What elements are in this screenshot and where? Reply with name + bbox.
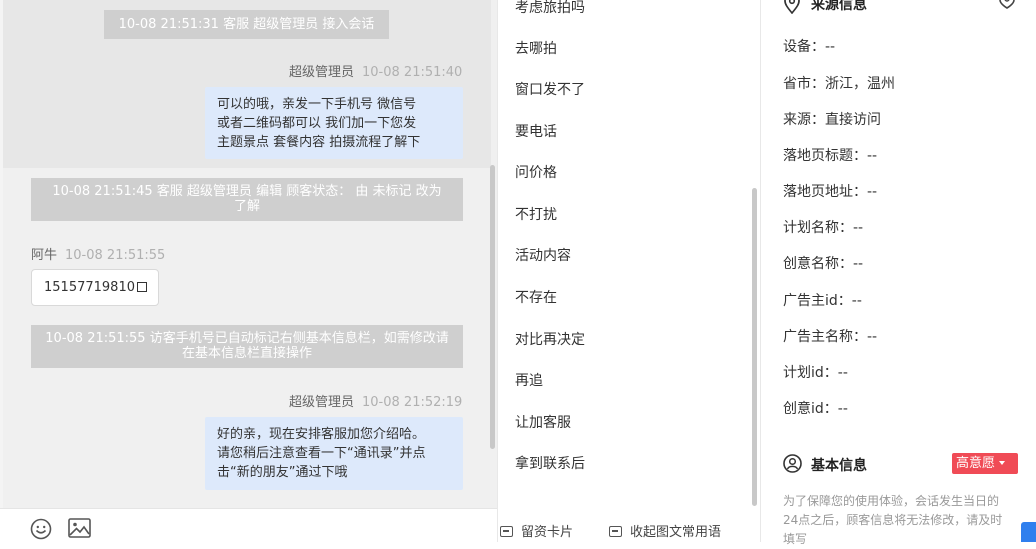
chat-panel: 10-08 21:51:31 客服 超级管理员 接入会话 超级管理员 10-08 … (0, 0, 497, 543)
quick-reply-item[interactable]: 让加客服 (515, 412, 571, 432)
quick-reply-item[interactable]: 不存在 (515, 287, 557, 307)
system-edit-notice: 10-08 21:51:45 客服 超级管理员 编辑 顾客状态： 由 未标记 改… (31, 178, 463, 221)
message-line: 可以的哦，亲发一下手机号 微信号 (217, 97, 417, 112)
emoji-icon[interactable] (30, 518, 52, 540)
agent-message-bubble[interactable]: 好的亲，现在安排客服加您介绍哈。 请您稍后注意查看一下“通讯录”并点 击“新的朋… (205, 417, 463, 490)
row-label: 设备： (783, 39, 825, 55)
sender-name: 阿牛 (31, 248, 58, 263)
quick-reply-item[interactable]: 去哪拍 (515, 38, 557, 58)
quick-reply-item[interactable]: 问价格 (515, 162, 557, 182)
edit-deadline-notice: 为了保障您的使用体验，会话发生当日的24点之后，顾客信息将无法修改，请及时填写 (783, 494, 1003, 546)
row-value: -- (825, 39, 836, 55)
intent-tag-label: 高意愿 (956, 456, 996, 471)
info-row-advertiser-name: 广告主名称：-- (783, 326, 877, 346)
quick-reply-scrollbar[interactable] (752, 188, 757, 506)
message-meta: 超级管理员 10-08 21:51:40 (289, 61, 462, 80)
message-meta: 超级管理员 10-08 21:52:19 (289, 391, 462, 410)
location-pin-icon (784, 0, 800, 14)
quick-reply-item[interactable]: 拿到联系后 (515, 453, 585, 473)
quick-reply-panel: 考虑旅拍吗 去哪拍 窗口发不了 要电话 问价格 不打扰 活动内容 不存在 对比再… (497, 0, 761, 542)
row-label: 广告主名称： (783, 329, 867, 345)
info-row-device: 设备：-- (783, 36, 835, 56)
row-label: 创意名称： (783, 256, 853, 272)
lead-card-button[interactable]: 留资卡片 (500, 521, 573, 540)
quick-reply-item[interactable]: 不打扰 (515, 204, 557, 224)
system-phone-notice: 10-08 21:51:55 访客手机号已自动标记右侧基本信息栏，如需修改请在基… (31, 325, 463, 368)
user-circle-icon (783, 454, 802, 473)
message-time: 10-08 21:51:55 (65, 248, 166, 263)
row-value: -- (867, 329, 878, 345)
info-row-creative-name: 创意名称：-- (783, 253, 863, 273)
intent-tag-dropdown[interactable]: 高意愿 (952, 453, 1018, 474)
message-time: 10-08 21:52:19 (362, 395, 463, 410)
chat-edge (0, 0, 3, 542)
row-value: -- (853, 256, 864, 272)
message-meta: 阿牛 10-08 21:51:55 (31, 244, 165, 263)
phone-number: 15157719810 (44, 280, 135, 295)
copy-icon[interactable] (136, 282, 147, 292)
row-value: 浙江，温州 (825, 76, 895, 92)
info-row-province: 省市：浙江，温州 (783, 73, 895, 93)
image-icon[interactable] (68, 518, 91, 538)
row-label: 来源： (783, 112, 825, 128)
row-value: 直接访问 (825, 112, 881, 128)
info-row-source: 来源：直接访问 (783, 109, 881, 129)
source-info-title: 来源信息 (811, 0, 867, 13)
info-row-plan-name: 计划名称：-- (783, 217, 863, 237)
message-icon (609, 526, 622, 537)
info-row-advertiser-id: 广告主id：-- (783, 290, 862, 310)
info-row-landing-title: 落地页标题：-- (783, 145, 877, 165)
agent-message-bubble[interactable]: 可以的哦，亲发一下手机号 微信号 或者二维码都可以 我们加一下您发 主题景点 套… (205, 87, 463, 159)
row-value: -- (867, 184, 878, 200)
row-value: -- (851, 293, 862, 309)
basic-info-title: 基本信息 (811, 458, 867, 474)
chat-input-toolbar (0, 508, 497, 543)
row-value: -- (837, 365, 848, 381)
phone-number-card[interactable]: 15157719810 (31, 269, 159, 306)
collapse-phrases-button[interactable]: 收起图文常用语 (609, 521, 721, 540)
customer-info-panel: 来源信息 设备：-- 省市：浙江，温州 来源：直接访问 落地页标题：-- 落地页… (761, 0, 1036, 546)
chat-scrollbar[interactable] (490, 165, 495, 449)
row-label: 省市： (783, 76, 825, 92)
row-label: 落地页标题： (783, 148, 867, 164)
edit-shield-icon[interactable] (997, 0, 1017, 10)
message-line: 好的亲，现在安排客服加您介绍哈。 (217, 427, 426, 442)
quick-reply-item[interactable]: 再追 (515, 370, 543, 390)
quick-reply-item[interactable]: 要电话 (515, 121, 557, 141)
quick-reply-item[interactable]: 考虑旅拍吗 (515, 0, 585, 17)
card-icon (500, 526, 513, 537)
floating-action-button[interactable] (1021, 522, 1036, 542)
info-row-plan-id: 计划id：-- (783, 362, 848, 382)
row-label: 广告主id： (783, 293, 852, 309)
row-label: 落地页地址： (783, 184, 867, 200)
lead-card-label: 留资卡片 (521, 525, 574, 540)
row-label: 计划名称： (783, 220, 853, 236)
caret-down-icon (999, 461, 1006, 465)
message-line: 请您稍后注意查看一下“通讯录”并点 (217, 446, 426, 461)
sender-name: 超级管理员 (289, 395, 355, 410)
message-line: 主题景点 套餐内容 拍摄流程了解下 (217, 135, 421, 150)
sender-name: 超级管理员 (289, 65, 355, 80)
info-row-creative-id: 创意id：-- (783, 398, 848, 418)
message-line: 或者二维码都可以 我们加一下您发 (217, 116, 417, 131)
quick-reply-item[interactable]: 对比再决定 (515, 329, 585, 349)
info-row-landing-url: 落地页地址：-- (783, 181, 877, 201)
collapse-phrases-label: 收起图文常用语 (630, 525, 722, 540)
row-value: -- (867, 148, 878, 164)
system-join-notice: 10-08 21:51:31 客服 超级管理员 接入会话 (104, 10, 389, 39)
message-line: 击“新的朋友”通过下哦 (217, 465, 348, 480)
row-label: 创意id： (783, 401, 838, 417)
quick-reply-item[interactable]: 窗口发不了 (515, 79, 585, 99)
message-time: 10-08 21:51:40 (362, 65, 463, 80)
quick-reply-item[interactable]: 活动内容 (515, 245, 571, 265)
row-label: 计划id： (783, 365, 838, 381)
row-value: -- (837, 401, 848, 417)
row-value: -- (853, 220, 864, 236)
